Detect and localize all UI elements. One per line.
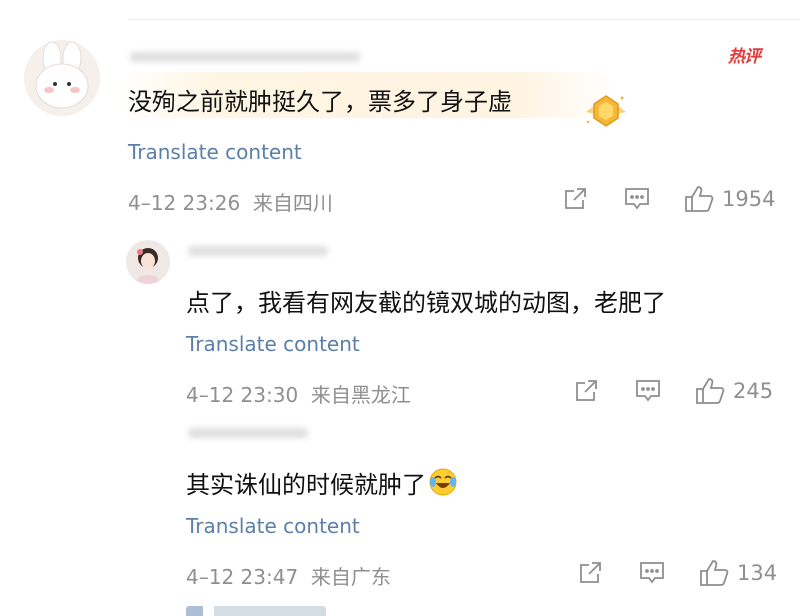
username-blurred[interactable]	[188, 246, 328, 256]
share-button[interactable]	[562, 186, 588, 212]
comment-date: 4–12 23:47	[186, 565, 299, 589]
like-button[interactable]: 1954	[684, 185, 775, 213]
comment-text: 点了，我看有网友截的镜双城的动图，老肥了	[186, 289, 666, 317]
top-divider	[128, 19, 800, 20]
translate-link[interactable]: Translate content	[128, 140, 302, 164]
username-blurred[interactable]	[188, 428, 308, 438]
comment-location: 来自四川	[252, 191, 333, 215]
share-button[interactable]	[577, 560, 603, 586]
comment-meta: 4–12 23:30 来自黑龙江	[186, 379, 411, 408]
like-button[interactable]: 134	[699, 559, 777, 587]
translate-link[interactable]: Translate content	[186, 332, 360, 356]
comment-text-content: 其实诛仙的时候就肿了	[186, 471, 426, 499]
share-icon	[576, 380, 597, 401]
comment-icon	[640, 562, 664, 584]
avatar[interactable]	[24, 40, 100, 116]
translate-link[interactable]: Translate content	[186, 514, 360, 538]
hot-badge: 热评	[728, 47, 761, 67]
like-count: 245	[733, 379, 774, 403]
next-comment-preview	[186, 606, 326, 616]
share-icon	[565, 188, 586, 209]
like-icon	[700, 560, 729, 586]
comment-meta: 4–12 23:47 来自广东	[186, 561, 391, 590]
comment-date: 4–12 23:30	[186, 383, 299, 407]
comment-date: 4–12 23:26	[128, 191, 241, 215]
like-count: 1954	[722, 187, 776, 211]
share-icon	[580, 562, 601, 583]
username-blurred[interactable]	[130, 52, 360, 62]
comment-icon	[636, 380, 660, 402]
gold-medal-icon	[580, 92, 632, 132]
like-count: 134	[737, 561, 778, 585]
like-button[interactable]: 245	[695, 377, 773, 405]
laugh-cry-emoji-icon	[428, 467, 458, 503]
comment-location: 来自黑龙江	[310, 383, 411, 407]
comment-location: 来自广东	[310, 565, 391, 589]
comment-button[interactable]	[634, 378, 662, 404]
like-icon	[685, 186, 714, 212]
comment-button[interactable]	[623, 186, 651, 212]
comment-text: 没殉之前就肿挺久了，票多了身子虚	[128, 88, 512, 116]
comment-text: 其实诛仙的时候就肿了	[186, 465, 458, 503]
comment-button[interactable]	[638, 560, 666, 586]
avatar[interactable]	[126, 240, 170, 284]
comment-meta: 4–12 23:26 来自四川	[128, 187, 333, 216]
like-icon	[696, 378, 725, 404]
share-button[interactable]	[573, 378, 599, 404]
comment-icon	[625, 188, 649, 210]
